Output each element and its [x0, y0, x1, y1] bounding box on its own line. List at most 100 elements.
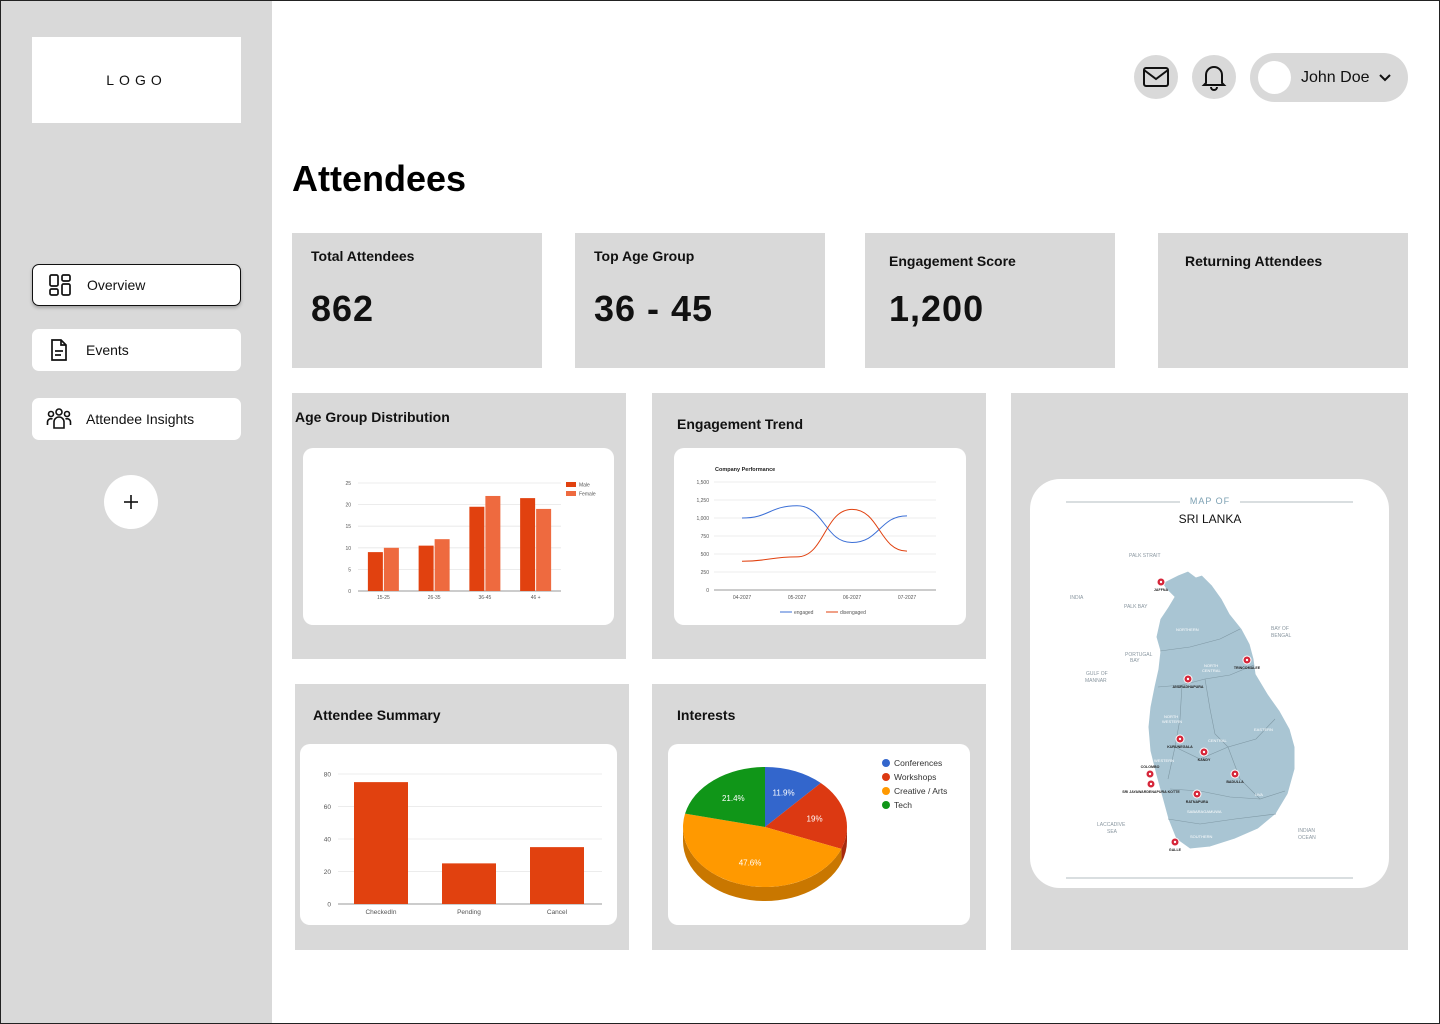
bar — [354, 782, 408, 904]
bar-male — [469, 506, 485, 591]
pie-value-label: 47.6% — [739, 859, 762, 868]
legend-label: Creative / Arts — [894, 786, 947, 796]
stat-value: 36 - 45 — [594, 288, 714, 329]
avatar — [1258, 61, 1291, 94]
city-marker-dot — [1195, 792, 1199, 796]
sidebar-item-attendee-insights[interactable]: Attendee Insights — [32, 398, 241, 440]
legend-swatch — [882, 787, 890, 795]
logo: LOGO — [32, 37, 241, 123]
legend-label: disengaged — [840, 610, 866, 616]
interests-panel: Interests 11.9% 19% 47.6% 21.4% Conferences W… — [652, 684, 986, 950]
panel-title: Attendee Summary — [313, 707, 441, 723]
sri-lanka-map: MAP OF SRI LANKA PALK STRAIT INDIA PALK … — [1066, 496, 1353, 879]
page-title: Attendees — [292, 158, 467, 199]
legend-label: Tech — [894, 800, 912, 810]
legend-swatch — [882, 773, 890, 781]
y-tick-label: 60 — [324, 804, 332, 811]
x-tick-label: CheckedIn — [365, 909, 396, 916]
province-label: CENTRAL — [1208, 738, 1227, 743]
map-label: BENGAL — [1271, 633, 1292, 639]
notifications-button[interactable] — [1192, 55, 1236, 99]
map-label: OCEAN — [1298, 835, 1316, 841]
y-tick-label: 1,500 — [696, 480, 709, 486]
document-icon — [46, 337, 72, 363]
y-tick-label: 1,250 — [696, 498, 709, 504]
sidebar-item-label: Events — [86, 342, 129, 358]
y-tick-label: 10 — [345, 546, 351, 552]
city-label: KURUNEGALA — [1167, 745, 1193, 749]
city-label: GALLE — [1169, 848, 1182, 852]
engagement-chart-card: Company Performance 0 250 500 750 1,000 1,250 1… — [674, 448, 966, 625]
stat-card-returning-attendees: Returning Attendees — [1158, 233, 1408, 368]
map-title: SRI LANKA — [1179, 512, 1242, 526]
city-label: SRI JAYAWARDENAPURA KOTTE — [1122, 790, 1180, 794]
stat-label: Returning Attendees — [1185, 253, 1323, 269]
legend-swatch — [566, 482, 576, 487]
map-label: LACCADIVE — [1097, 822, 1126, 828]
city-marker-dot — [1173, 840, 1177, 844]
y-tick-label: 80 — [324, 772, 332, 779]
messages-button[interactable] — [1134, 55, 1178, 99]
city-marker-dot — [1178, 737, 1182, 741]
province-label: SABARAGAMUWA — [1187, 809, 1222, 814]
sidebar-item-overview[interactable]: Overview — [32, 264, 241, 306]
bar-female — [485, 495, 501, 591]
map-label: MANNAR — [1085, 678, 1107, 684]
city-marker-dot — [1149, 782, 1153, 786]
y-tick-label: 250 — [701, 570, 710, 576]
x-tick-label: 07-2027 — [898, 595, 917, 601]
bar — [442, 863, 496, 904]
x-tick-label: 36-45 — [478, 595, 491, 601]
age-group-chart-card: 0 5 10 15 20 25 15-25 26-35 36-45 46 + Male Female — [303, 448, 614, 625]
sidebar-item-events[interactable]: Events — [32, 329, 241, 371]
city-marker-dot — [1202, 750, 1206, 754]
legend-label: Workshops — [894, 772, 936, 782]
y-tick-label: 0 — [348, 589, 351, 595]
sidebar-item-label: Overview — [87, 277, 146, 293]
y-tick-label: 25 — [345, 481, 351, 487]
panel-title: Age Group Distribution — [295, 409, 450, 425]
stat-card-total-attendees: Total Attendees 862 — [292, 233, 542, 368]
user-name: John Doe — [1301, 68, 1370, 86]
legend-swatch — [882, 801, 890, 809]
chevron-down-icon — [1378, 73, 1392, 83]
map-label: PALK BAY — [1124, 604, 1148, 610]
bar-female — [536, 508, 552, 591]
y-tick-label: 5 — [348, 567, 351, 573]
legend-label: engaged — [794, 610, 814, 616]
city-marker-dot — [1148, 772, 1152, 776]
city-label: KANDY — [1198, 758, 1211, 762]
attendee-summary-panel: Attendee Summary 0 20 40 60 80 CheckedIn Pendi… — [295, 684, 629, 950]
map-label: BAY OF — [1271, 626, 1289, 632]
y-tick-label: 750 — [701, 534, 710, 540]
y-tick-label: 20 — [345, 503, 351, 509]
city-label: TRINCOMALEE — [1234, 666, 1261, 670]
province-label: WESTERN — [1154, 758, 1174, 763]
city-marker-dot — [1233, 772, 1237, 776]
y-tick-label: 0 — [327, 902, 331, 909]
stat-card-engagement-score: Engagement Score 1,200 — [865, 233, 1115, 368]
y-tick-label: 1,000 — [696, 516, 709, 522]
panel-title: Engagement Trend — [677, 416, 804, 432]
dashboard-icon — [47, 272, 73, 298]
attendee-summary-chart: 0 20 40 60 80 CheckedIn Pending Cancel — [324, 772, 602, 916]
add-button[interactable] — [104, 475, 158, 529]
user-menu[interactable]: John Doe — [1250, 53, 1408, 102]
people-icon — [46, 406, 72, 432]
province-label: NORTHERN — [1176, 627, 1199, 632]
x-tick-label: 46 + — [531, 595, 541, 601]
x-tick-label: Cancel — [547, 909, 568, 916]
city-label: COLOMBO — [1141, 765, 1160, 769]
island-shape — [1147, 570, 1296, 850]
bar-male — [520, 498, 536, 591]
province-label: SOUTHERN — [1190, 834, 1213, 839]
city-marker-dot — [1186, 677, 1190, 681]
engagement-chart: Company Performance 0 250 500 750 1,000 1,250 1… — [696, 467, 936, 616]
x-tick-label: 05-2027 — [788, 595, 807, 601]
y-tick-label: 20 — [324, 869, 332, 876]
interests-chart: 11.9% 19% 47.6% 21.4% Conferences Workshops Cr… — [683, 758, 947, 901]
legend-label: Male — [579, 483, 590, 489]
city-label: BADULLA — [1226, 780, 1244, 784]
legend-swatch — [882, 759, 890, 767]
map-label: BAY — [1130, 658, 1140, 664]
